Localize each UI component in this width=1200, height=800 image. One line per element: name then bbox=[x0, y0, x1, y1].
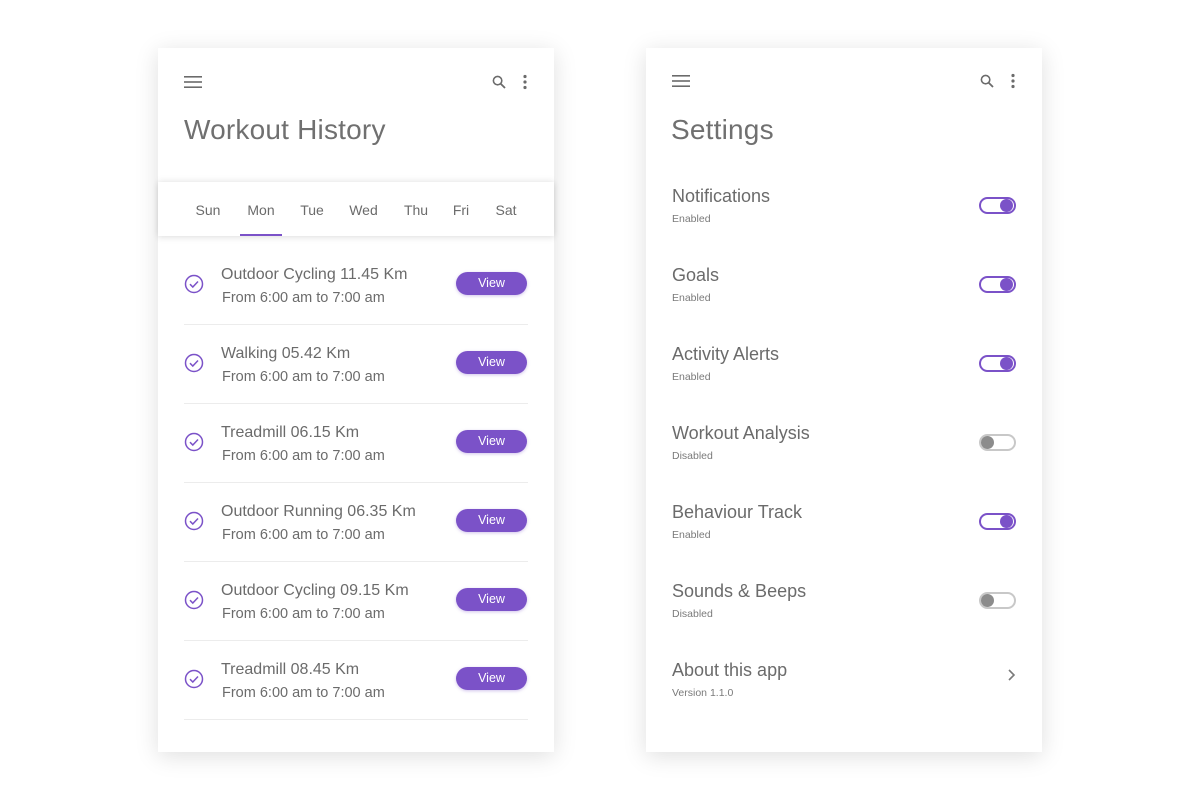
tab-fri[interactable]: Fri bbox=[451, 182, 471, 236]
check-circle-icon bbox=[184, 274, 204, 294]
settings-screen: Settings Notifications Enabled Goals Ena… bbox=[646, 48, 1042, 752]
about-app-row[interactable]: About this app Version 1.1.0 bbox=[672, 642, 1016, 721]
tab-thu[interactable]: Thu bbox=[401, 182, 431, 236]
workout-title: Outdoor Cycling 11.45 Km bbox=[221, 266, 408, 283]
setting-goals[interactable]: Goals Enabled bbox=[672, 247, 1016, 326]
setting-workout-analysis[interactable]: Workout Analysis Disabled bbox=[672, 405, 1016, 484]
workout-time: From 6:00 am to 7:00 am bbox=[222, 685, 385, 701]
setting-title: Behaviour Track bbox=[672, 502, 803, 522]
view-button[interactable]: View bbox=[456, 351, 527, 374]
setting-title: Sounds & Beeps bbox=[672, 581, 807, 601]
toggle-knob bbox=[981, 436, 994, 449]
view-button[interactable]: View bbox=[456, 509, 527, 532]
toggle-knob bbox=[1000, 278, 1013, 291]
check-circle-icon bbox=[184, 590, 204, 610]
setting-title: Goals bbox=[672, 265, 720, 285]
setting-notifications[interactable]: Notifications Enabled bbox=[672, 168, 1016, 247]
workout-list-item: Treadmill 08.45 Km From 6:00 am to 7:00 … bbox=[184, 641, 528, 720]
about-title: About this app bbox=[672, 660, 788, 680]
setting-title: Workout Analysis bbox=[672, 423, 810, 443]
page-title: Settings bbox=[671, 114, 774, 145]
workout-list-item: Outdoor Running 06.35 Km From 6:00 am to… bbox=[184, 483, 528, 562]
app-version: Version 1.1.0 bbox=[672, 687, 734, 699]
workout-time: From 6:00 am to 7:00 am bbox=[222, 606, 385, 622]
hamburger-menu-icon[interactable] bbox=[672, 74, 690, 88]
tab-mon[interactable]: Mon bbox=[240, 182, 282, 236]
hamburger-menu-icon[interactable] bbox=[184, 75, 202, 89]
workout-list-item: Outdoor Cycling 11.45 Km From 6:00 am to… bbox=[184, 246, 528, 325]
tab-sat[interactable]: Sat bbox=[492, 182, 520, 236]
setting-status: Enabled bbox=[672, 292, 711, 304]
app-header bbox=[646, 48, 1042, 112]
tab-wed[interactable]: Wed bbox=[347, 182, 380, 236]
search-icon[interactable] bbox=[492, 75, 506, 89]
view-button[interactable]: View bbox=[456, 430, 527, 453]
workout-title: Treadmill 08.45 Km bbox=[221, 661, 360, 678]
workout-title: Walking 05.42 Km bbox=[221, 345, 351, 362]
toggle-knob bbox=[1000, 515, 1013, 528]
workout-analysis-toggle[interactable] bbox=[979, 434, 1016, 451]
more-vertical-icon[interactable] bbox=[522, 74, 528, 90]
setting-activity-alerts[interactable]: Activity Alerts Enabled bbox=[672, 326, 1016, 405]
workout-list-item: Outdoor Cycling 09.15 Km From 6:00 am to… bbox=[184, 562, 528, 641]
setting-status: Enabled bbox=[672, 529, 711, 541]
workout-time: From 6:00 am to 7:00 am bbox=[222, 448, 385, 464]
view-button[interactable]: View bbox=[456, 588, 527, 611]
selected-tab-indicator bbox=[240, 234, 282, 236]
view-button[interactable]: View bbox=[456, 667, 527, 690]
workout-time: From 6:00 am to 7:00 am bbox=[222, 369, 385, 385]
workout-time: From 6:00 am to 7:00 am bbox=[222, 527, 385, 543]
setting-title: Activity Alerts bbox=[672, 344, 780, 364]
search-icon[interactable] bbox=[980, 74, 994, 88]
check-circle-icon bbox=[184, 669, 204, 689]
toggle-knob bbox=[981, 594, 994, 607]
tab-label: Sun bbox=[195, 202, 221, 218]
activity-alerts-toggle[interactable] bbox=[979, 355, 1016, 372]
tab-label: Tue bbox=[300, 202, 324, 218]
sounds-beeps-toggle[interactable] bbox=[979, 592, 1016, 609]
chevron-right-icon bbox=[1008, 669, 1016, 681]
setting-status: Enabled bbox=[672, 213, 711, 225]
tab-label: Fri bbox=[452, 202, 470, 218]
view-button[interactable]: View bbox=[456, 272, 527, 295]
notifications-toggle[interactable] bbox=[979, 197, 1016, 214]
setting-status: Enabled bbox=[672, 371, 711, 383]
goals-toggle[interactable] bbox=[979, 276, 1016, 293]
app-header: Workout History bbox=[158, 48, 554, 182]
page-title: Workout History bbox=[184, 114, 386, 145]
setting-status: Disabled bbox=[672, 608, 713, 620]
workout-list-item: Treadmill 06.15 Km From 6:00 am to 7:00 … bbox=[184, 404, 528, 483]
workout-time: From 6:00 am to 7:00 am bbox=[222, 290, 385, 306]
tab-label: Mon bbox=[247, 202, 275, 218]
more-vertical-icon[interactable] bbox=[1010, 73, 1016, 89]
toggle-knob bbox=[1000, 357, 1013, 370]
setting-sounds-beeps[interactable]: Sounds & Beeps Disabled bbox=[672, 563, 1016, 642]
setting-behaviour-track[interactable]: Behaviour Track Enabled bbox=[672, 484, 1016, 563]
workout-list-item: Walking 05.42 Km From 6:00 am to 7:00 am… bbox=[184, 325, 528, 404]
workout-title: Outdoor Running 06.35 Km bbox=[221, 503, 416, 520]
workout-title: Outdoor Cycling 09.15 Km bbox=[221, 582, 409, 599]
tab-tue[interactable]: Tue bbox=[298, 182, 326, 236]
day-tabs: Sun Mon Tue Wed Thu Fri Sat bbox=[158, 182, 554, 236]
toggle-knob bbox=[1000, 199, 1013, 212]
workout-history-screen: Workout History Sun Mon Tue Wed Thu Fri … bbox=[158, 48, 554, 752]
tab-label: Sat bbox=[495, 202, 517, 218]
setting-status: Disabled bbox=[672, 450, 713, 462]
check-circle-icon bbox=[184, 353, 204, 373]
behaviour-track-toggle[interactable] bbox=[979, 513, 1016, 530]
check-circle-icon bbox=[184, 432, 204, 452]
setting-title: Notifications bbox=[672, 186, 771, 206]
workout-title: Treadmill 06.15 Km bbox=[221, 424, 360, 441]
check-circle-icon bbox=[184, 511, 204, 531]
tab-sun[interactable]: Sun bbox=[194, 182, 222, 236]
tab-label: Thu bbox=[403, 202, 429, 218]
tab-label: Wed bbox=[349, 202, 378, 218]
